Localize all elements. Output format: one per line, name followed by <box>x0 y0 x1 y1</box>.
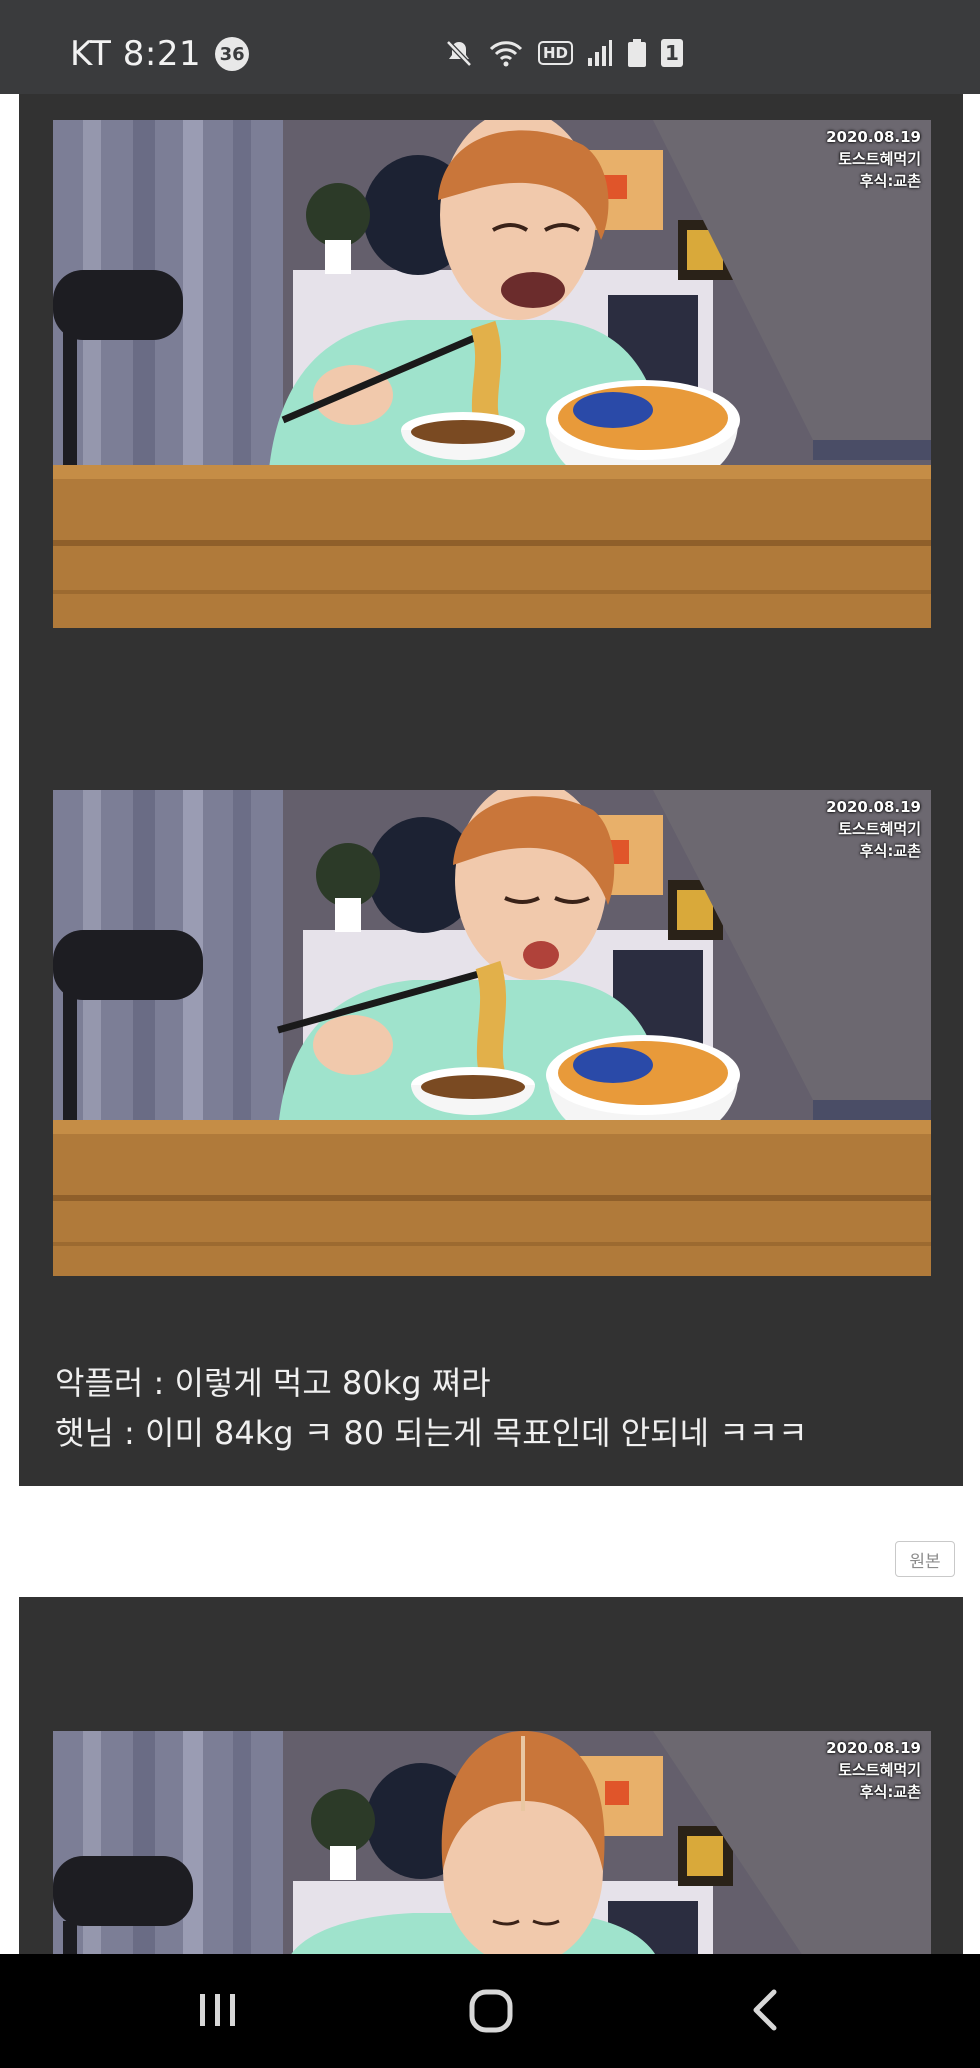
stamp-date: 2020.08.19 <box>826 1739 921 1757</box>
status-icons: HD 1 <box>444 38 684 68</box>
status-left: KT 8:21 36 <box>70 34 250 74</box>
stamp-title: 토스트혜먹기 <box>838 150 921 168</box>
mukbang-photo-2[interactable]: 2020.08.19 토스트혜먹기 후식:교촌 <box>53 790 931 1276</box>
photo-stamp: 2020.08.19 토스트혜먹기 후식:교촌 <box>826 1737 921 1803</box>
mukbang-photo-1[interactable]: 2020.08.19 토스트혜먹기 후식:교촌 <box>53 120 931 628</box>
post-card: 2020.08.19 토스트혜먹기 후식:교촌 <box>19 1597 963 1971</box>
hd-voice-icon: HD <box>538 41 574 65</box>
photo-stamp: 2020.08.19 토스트혜먹기 후식:교촌 <box>826 796 921 862</box>
stamp-dessert: 후식:교촌 <box>859 172 921 190</box>
stamp-date: 2020.08.19 <box>826 798 921 816</box>
mukbang-photo-3[interactable]: 2020.08.19 토스트혜먹기 후식:교촌 <box>53 1731 931 1971</box>
recents-icon[interactable] <box>196 1988 240 2032</box>
photo-stamp: 2020.08.19 토스트혜먹기 후식:교촌 <box>826 126 921 192</box>
back-icon[interactable] <box>746 1988 786 2032</box>
stamp-dessert: 후식:교촌 <box>859 1783 921 1801</box>
mute-icon <box>446 40 472 67</box>
signal-icon <box>588 40 613 66</box>
post-caption: 악플러 : 이렇게 먹고 80kg 쪄라 햇님 : 이미 84kg ㅋ 80 되… <box>55 1358 808 1458</box>
battery-level: 1 <box>661 39 684 67</box>
wifi-icon <box>489 41 523 67</box>
view-original-button[interactable]: 원본 <box>895 1541 955 1577</box>
navigation-bar <box>0 1954 980 2068</box>
photo-scene <box>53 790 931 1276</box>
status-bar: KT 8:21 36 HD 1 <box>0 0 980 94</box>
post-card: 2020.08.19 토스트혜먹기 후식:교촌 <box>19 94 963 1486</box>
carrier-time: KT 8:21 <box>70 34 202 74</box>
stamp-title: 토스트혜먹기 <box>838 1761 921 1779</box>
caption-line-streamer: 햇님 : 이미 84kg ㅋ 80 되는게 목표인데 안되네 ㅋㅋㅋ <box>55 1414 808 1452</box>
home-icon[interactable] <box>468 1988 514 2034</box>
battery-icon <box>628 39 647 67</box>
stamp-title: 토스트혜먹기 <box>838 820 921 838</box>
stamp-date: 2020.08.19 <box>826 128 921 146</box>
caption-line-hater: 악플러 : 이렇게 먹고 80kg 쪄라 <box>55 1364 491 1402</box>
notification-count-badge: 36 <box>215 37 250 71</box>
stamp-dessert: 후식:교촌 <box>859 842 921 860</box>
photo-scene <box>53 120 931 628</box>
photo-scene <box>53 1731 931 1971</box>
